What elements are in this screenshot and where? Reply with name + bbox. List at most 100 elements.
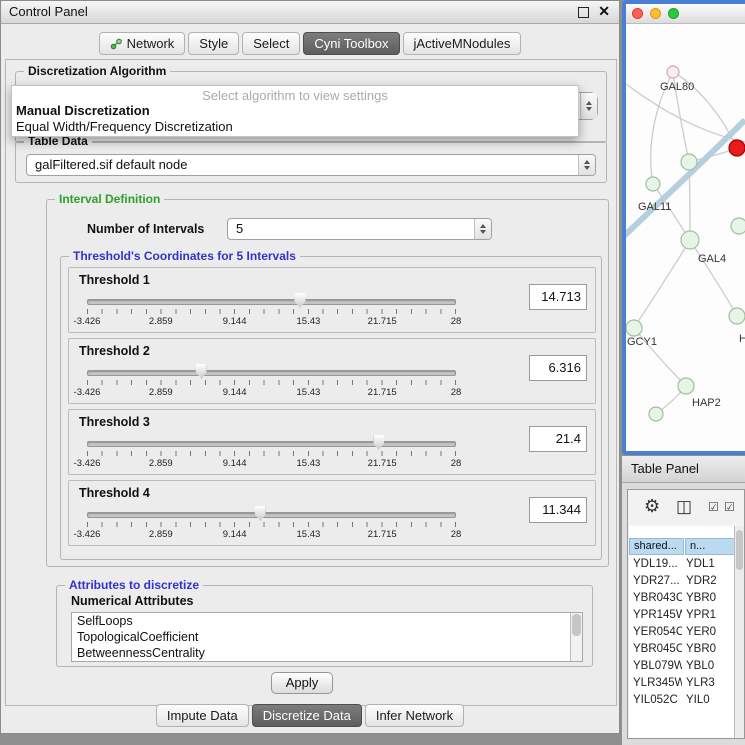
table-cell: YER0 (682, 624, 735, 641)
tab-impute-data[interactable]: Impute Data (156, 704, 249, 727)
attributes-scrollbar[interactable] (570, 613, 582, 661)
network-node[interactable] (729, 140, 745, 156)
tick-label: 9.144 (223, 458, 247, 469)
attribute-item[interactable]: BetweennessCentrality (72, 645, 582, 661)
close-traffic-light-icon[interactable] (632, 8, 643, 19)
column-header[interactable]: shared... (629, 538, 684, 555)
minimize-traffic-light-icon[interactable] (650, 8, 661, 19)
tab-network[interactable]: Network (99, 32, 186, 55)
network-node[interactable] (729, 308, 745, 324)
network-node[interactable] (646, 177, 660, 191)
combo-stepper-icon[interactable] (580, 93, 597, 119)
table-row[interactable]: YBR045CYBR0 (629, 641, 735, 658)
tick-label: -3.426 (74, 316, 101, 327)
threshold-block: Threshold 1 -3.4262.8599.14415.4321.71528… (68, 267, 596, 333)
threshold-label: Threshold 1 (79, 273, 150, 287)
threshold-value-field[interactable]: 6.316 (529, 355, 587, 381)
table-row[interactable]: YDR27...YDR2 (629, 573, 735, 590)
threshold-slider[interactable]: -3.4262.8599.14415.4321.71528 (87, 292, 456, 330)
network-graph: GAL80GAL11GAL4GCY1HHAP2 (626, 24, 745, 451)
tab-select[interactable]: Select (242, 32, 300, 55)
algorithm-option[interactable]: Equal Width/Frequency Discretization (12, 119, 578, 135)
tab-cyni-toolbox[interactable]: Cyni Toolbox (303, 32, 399, 55)
threshold-slider[interactable]: -3.4262.8599.14415.4321.71528 (87, 505, 456, 543)
table-cell: YPR1 (682, 607, 735, 624)
table-row[interactable]: YPR145WYPR1 (629, 607, 735, 624)
threshold-slider[interactable]: -3.4262.8599.14415.4321.71528 (87, 434, 456, 472)
slider-ticks (87, 451, 456, 456)
network-node[interactable] (678, 378, 694, 394)
checkbox-icon[interactable]: ☑ (708, 500, 719, 514)
node-label: GAL4 (698, 253, 726, 265)
interval-definition-groupbox: Interval Definition Number of Intervals … (46, 199, 609, 567)
network-edge[interactable] (634, 240, 690, 328)
column-selector-icon[interactable]: ◫ (676, 497, 692, 517)
column-header[interactable]: n... (685, 538, 735, 555)
thresholds-group-label: Threshold's Coordinates for 5 Intervals (69, 249, 300, 263)
table-row[interactable]: YER054CYER0 (629, 624, 735, 641)
scrollbar-thumb[interactable] (736, 530, 743, 570)
tab-discretize-data[interactable]: Discretize Data (252, 704, 362, 727)
threshold-slider[interactable]: -3.4262.8599.14415.4321.71528 (87, 363, 456, 401)
network-edge[interactable] (690, 240, 737, 316)
node-label: HAP2 (692, 397, 721, 409)
gear-icon[interactable]: ⚙ (644, 496, 660, 517)
scrollbar-thumb[interactable] (572, 614, 581, 636)
network-node[interactable] (667, 66, 679, 78)
network-node[interactable] (649, 407, 663, 421)
tab-label: Impute Data (167, 708, 238, 723)
table-row[interactable]: YIL052CYIL0 (629, 692, 735, 709)
zoom-traffic-light-icon[interactable] (668, 8, 679, 19)
network-node[interactable] (681, 154, 697, 170)
network-canvas[interactable]: GAL80GAL11GAL4GCY1HHAP2 (626, 24, 745, 451)
float-window-icon[interactable] (578, 7, 589, 18)
bottom-tab-bar: Impute Data Discretize Data Infer Network (1, 704, 619, 727)
slider-thumb[interactable] (196, 364, 207, 379)
thresholds-groupbox: Threshold's Coordinates for 5 Intervals … (60, 256, 602, 560)
attribute-item[interactable]: TopologicalCoefficient (72, 629, 582, 645)
arrow-up-icon (586, 101, 592, 105)
slider-track[interactable] (87, 370, 456, 376)
slider-thumb[interactable] (294, 293, 305, 308)
slider-track[interactable] (87, 441, 456, 447)
threshold-value-field[interactable]: 11.344 (529, 497, 587, 523)
threshold-value-field[interactable]: 21.4 (529, 426, 587, 452)
slider-track[interactable] (87, 512, 456, 518)
table-row[interactable]: YLR345WYLR3 (629, 675, 735, 692)
combo-stepper-icon[interactable] (474, 219, 491, 239)
table-cell: YLR3 (682, 675, 735, 692)
tab-label: Discretize Data (263, 708, 351, 723)
tick-label: 21.715 (368, 387, 397, 398)
close-icon[interactable]: ✕ (598, 3, 610, 20)
table-cell: YBR045C (629, 641, 682, 658)
network-node[interactable] (731, 218, 745, 234)
attributes-list[interactable]: SelfLoopsTopologicalCoefficientBetweenne… (71, 612, 583, 662)
network-node[interactable] (681, 231, 699, 249)
table-row[interactable]: YBR043CYBR0 (629, 590, 735, 607)
table-scrollbar[interactable] (734, 526, 744, 738)
node-label: GAL11 (638, 201, 671, 213)
tab-jactivemnodules[interactable]: jActiveMNodules (403, 32, 522, 55)
table-data-combobox[interactable]: galFiltered.sif default node (26, 154, 596, 176)
table-data-value: galFiltered.sif default node (27, 155, 595, 175)
attributes-groupbox: Attributes to discretize Numerical Attri… (56, 585, 593, 667)
attribute-item[interactable]: SelfLoops (72, 613, 582, 629)
combo-stepper-icon[interactable] (578, 155, 595, 175)
table-row[interactable]: YDL19...YDL1 (629, 556, 735, 573)
tick-label: 15.43 (297, 458, 321, 469)
slider-track[interactable] (87, 299, 456, 305)
num-intervals-spinner[interactable]: 5 (227, 218, 492, 240)
table-cell: YLR345W (629, 675, 682, 692)
threshold-value-field[interactable]: 14.713 (529, 284, 587, 310)
apply-button[interactable]: Apply (271, 672, 333, 694)
tab-label: Select (253, 36, 289, 51)
network-node[interactable] (626, 320, 642, 336)
tab-infer-network[interactable]: Infer Network (365, 704, 464, 727)
slider-thumb[interactable] (255, 506, 266, 521)
network-edge[interactable] (626, 120, 745, 236)
checkbox-icon[interactable]: ☑ (724, 500, 735, 514)
algorithm-option[interactable]: Manual Discretization (12, 103, 578, 119)
slider-thumb[interactable] (373, 435, 384, 450)
tab-style[interactable]: Style (188, 32, 239, 55)
table-row[interactable]: YBL079WYBL0 (629, 658, 735, 675)
